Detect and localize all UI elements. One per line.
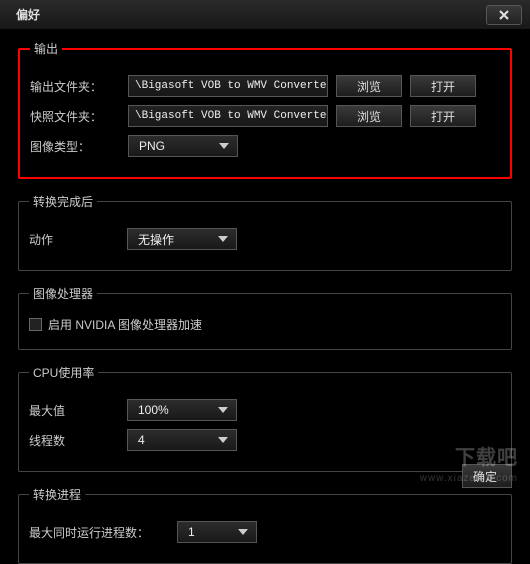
window-title: 偏好 [16,6,40,23]
cpu-max-value: 100% [138,403,169,417]
after-convert-legend: 转换完成后 [29,193,97,210]
image-type-label: 图像类型： [30,138,120,155]
max-concurrent-value: 1 [188,525,195,539]
close-icon [497,8,511,22]
progress-legend: 转换进程 [29,486,85,503]
output-folder-label: 输出文件夹： [30,78,120,95]
action-row: 动作 无操作 [29,228,501,250]
action-label: 动作 [29,231,119,248]
cpu-section: CPU使用率 最大值 100% 线程数 4 [18,364,512,472]
cpu-max-row: 最大值 100% [29,399,501,421]
cpu-threads-row: 线程数 4 [29,429,501,451]
image-type-value: PNG [139,139,165,153]
output-folder-browse-button[interactable]: 浏览 [336,75,402,97]
progress-section: 转换进程 最大同时运行进程数： 1 [18,486,512,564]
chevron-down-icon [218,437,228,443]
snapshot-folder-label: 快照文件夹： [30,108,120,125]
gpu-enable-checkbox[interactable] [29,318,42,331]
cpu-threads-value: 4 [138,433,145,447]
cpu-threads-select[interactable]: 4 [127,429,237,451]
after-convert-section: 转换完成后 动作 无操作 [18,193,512,271]
image-type-row: 图像类型： PNG [30,135,500,157]
cpu-max-label: 最大值 [29,402,119,419]
gpu-section: 图像处理器 启用 NVIDIA 图像处理器加速 [18,285,512,350]
output-folder-row: 输出文件夹： \Bigasoft VOB to WMV Converter 浏览… [30,75,500,97]
action-select[interactable]: 无操作 [127,228,237,250]
snapshot-folder-open-button[interactable]: 打开 [410,105,476,127]
action-value: 无操作 [138,231,174,248]
image-type-select[interactable]: PNG [128,135,238,157]
output-legend: 输出 [30,40,62,57]
content-area: 输出 输出文件夹： \Bigasoft VOB to WMV Converter… [0,30,530,564]
max-concurrent-label: 最大同时运行进程数： [29,524,169,541]
title-bar: 偏好 [0,0,530,30]
output-section: 输出 输出文件夹： \Bigasoft VOB to WMV Converter… [18,40,512,179]
chevron-down-icon [219,143,229,149]
output-folder-input[interactable]: \Bigasoft VOB to WMV Converter [128,75,328,97]
max-concurrent-row: 最大同时运行进程数： 1 [29,521,501,543]
cpu-threads-label: 线程数 [29,432,119,449]
gpu-legend: 图像处理器 [29,285,97,302]
gpu-checkbox-label: 启用 NVIDIA 图像处理器加速 [48,316,202,333]
chevron-down-icon [218,407,228,413]
snapshot-folder-browse-button[interactable]: 浏览 [336,105,402,127]
snapshot-folder-input[interactable]: \Bigasoft VOB to WMV Converter [128,105,328,127]
max-concurrent-select[interactable]: 1 [177,521,257,543]
cpu-max-select[interactable]: 100% [127,399,237,421]
output-folder-open-button[interactable]: 打开 [410,75,476,97]
ok-button[interactable]: 确定 [462,464,512,488]
gpu-checkbox-row: 启用 NVIDIA 图像处理器加速 [29,316,501,333]
close-button[interactable] [486,5,522,25]
snapshot-folder-row: 快照文件夹： \Bigasoft VOB to WMV Converter 浏览… [30,105,500,127]
cpu-legend: CPU使用率 [29,364,98,381]
chevron-down-icon [218,236,228,242]
chevron-down-icon [238,529,248,535]
